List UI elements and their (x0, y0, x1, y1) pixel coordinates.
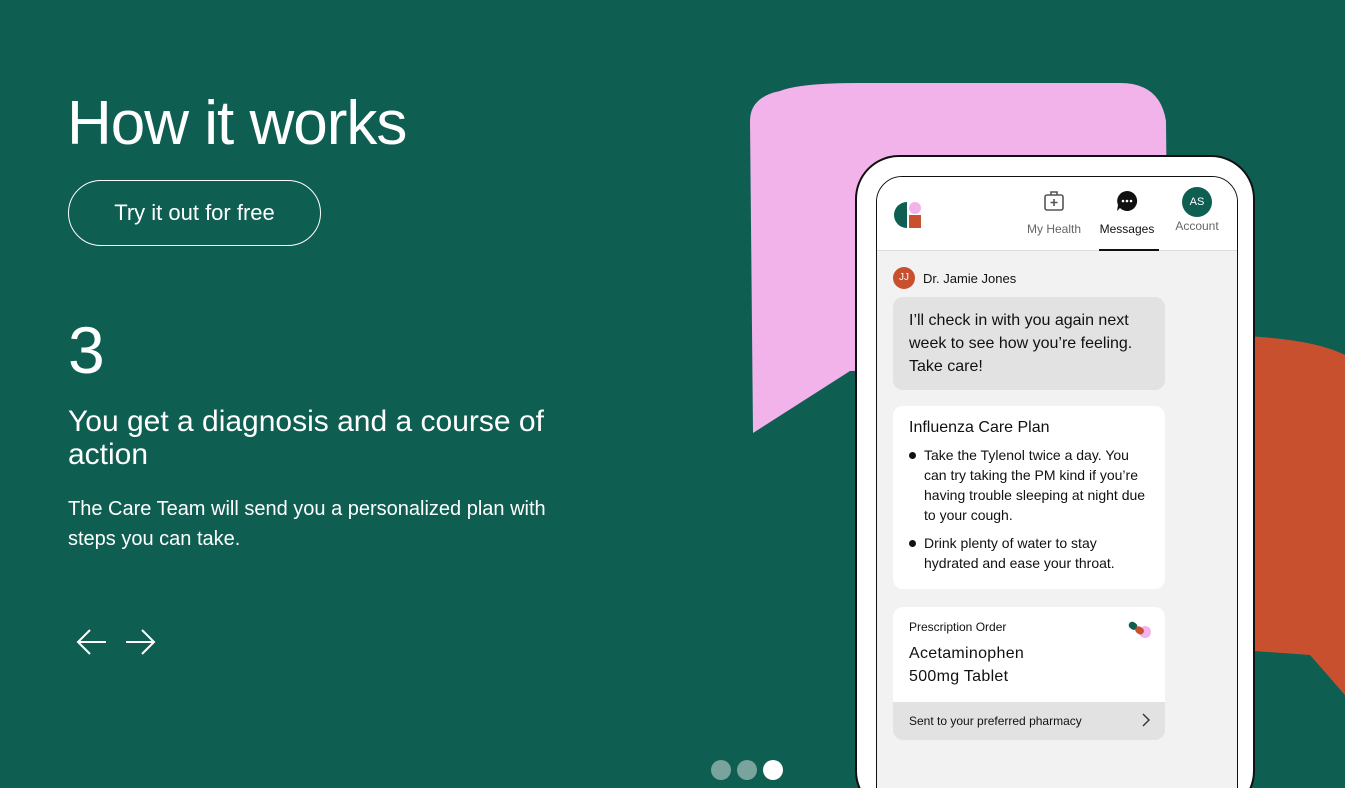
nav-account[interactable]: AS Account (1162, 187, 1232, 233)
nav-messages[interactable]: Messages (1092, 189, 1162, 236)
chat-bubble-icon (1117, 190, 1138, 211)
medication-name: Acetaminophen (909, 645, 1025, 662)
care-plan-item: Take the Tylenol twice a day. You can tr… (909, 445, 1149, 525)
pharmacy-status-text: Sent to your preferred pharmacy (909, 714, 1082, 728)
medical-kit-icon (1044, 191, 1064, 211)
pagination-dot[interactable] (737, 760, 757, 780)
step-number: 3 (68, 313, 105, 387)
nav-account-label: Account (1175, 219, 1219, 233)
chevron-right-icon (1142, 713, 1150, 727)
nav-my-health-label: My Health (1026, 222, 1082, 236)
prescription-card[interactable]: Prescription Order Acetaminophen 500mg T… (893, 607, 1165, 740)
nav-messages-label: Messages (1099, 222, 1155, 236)
arrow-left-icon (76, 629, 106, 655)
message-sender: JJ Dr. Jamie Jones (893, 267, 1016, 289)
next-button[interactable] (123, 626, 157, 658)
step-description: The Care Team will send you a personaliz… (68, 498, 546, 550)
pharmacy-status-row[interactable]: Sent to your preferred pharmacy (893, 702, 1165, 740)
pill-icon (1128, 621, 1151, 638)
care-plan-item: Drink plenty of water to stay hydrated a… (909, 533, 1149, 573)
app-logo (894, 202, 921, 228)
page-title: How it works (67, 89, 407, 158)
message-bubble: I’ll check in with you again next week t… (893, 297, 1165, 390)
care-plan-title: Influenza Care Plan (909, 419, 1050, 436)
nav-my-health[interactable]: My Health (1019, 189, 1089, 236)
pagination-dot-active[interactable] (763, 760, 783, 780)
phone-screen: My Health Messages AS Account JJ Dr. Jam… (876, 176, 1238, 788)
try-free-button[interactable]: Try it out for free (68, 180, 321, 246)
care-plan-card[interactable]: Influenza Care Plan Take the Tylenol twi… (893, 406, 1165, 589)
sender-avatar: JJ (893, 267, 915, 289)
arrow-right-icon (126, 629, 156, 655)
sender-name: Dr. Jamie Jones (923, 270, 1017, 286)
phone-mockup: My Health Messages AS Account JJ Dr. Jam… (855, 155, 1255, 788)
previous-button[interactable] (75, 626, 109, 658)
app-header: My Health Messages AS Account (877, 177, 1237, 251)
carousel-pagination (711, 760, 783, 780)
account-avatar: AS (1182, 187, 1212, 217)
active-tab-indicator (1099, 249, 1159, 251)
medication-dose: 500mg Tablet (909, 668, 1009, 685)
prescription-name: Acetaminophen 500mg Tablet (893, 634, 1165, 702)
pagination-dot[interactable] (711, 760, 731, 780)
step-title: You get a diagnosis and a course of acti… (68, 405, 544, 471)
